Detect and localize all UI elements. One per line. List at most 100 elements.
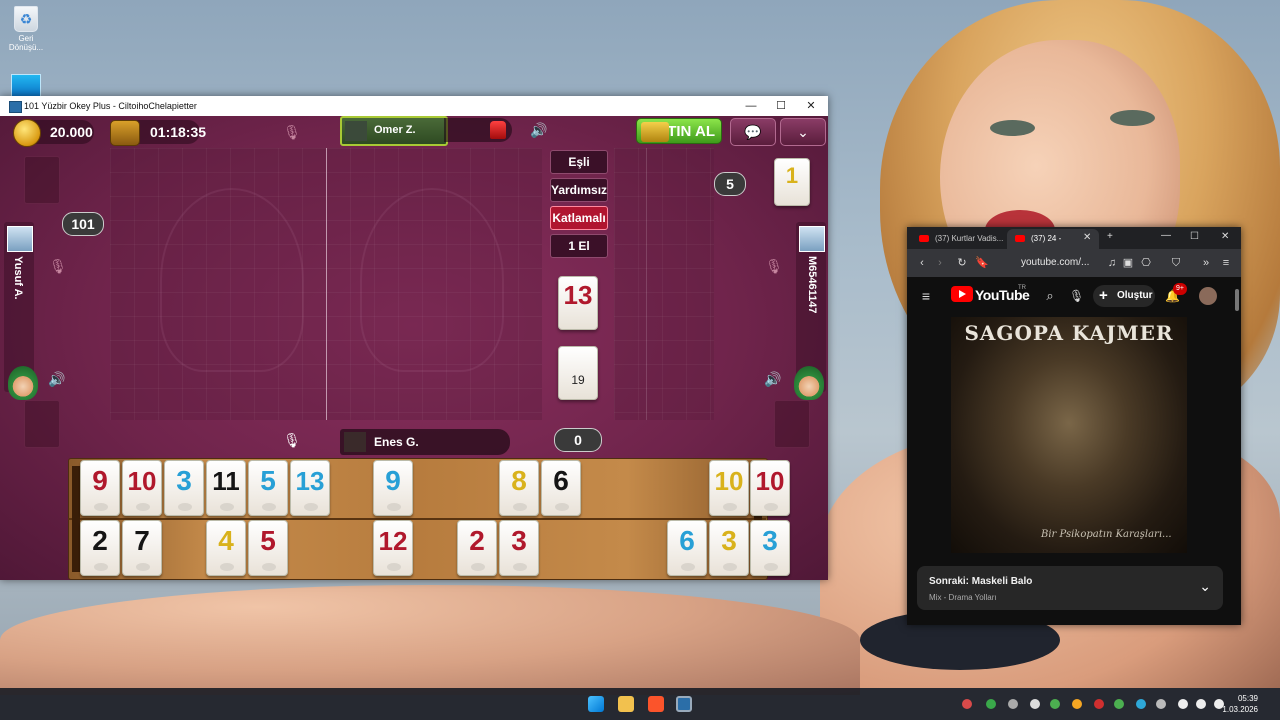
rack-tile[interactable]: 5 xyxy=(248,460,288,516)
more-icon[interactable]: » xyxy=(1199,256,1213,270)
chevron-down-icon[interactable]: ⌄ xyxy=(1199,578,1211,595)
tray-icon[interactable] xyxy=(1094,699,1104,709)
deck-pile[interactable]: 19 xyxy=(558,346,598,400)
speaker-icon[interactable]: 🔊 xyxy=(46,368,68,390)
tray-icon[interactable] xyxy=(962,699,972,709)
file-explorer-icon[interactable] xyxy=(618,696,634,712)
rack-tile[interactable]: 6 xyxy=(667,520,707,576)
rack-tile[interactable]: 3 xyxy=(164,460,204,516)
tab-label: (37) 24 - xyxy=(1031,234,1062,243)
video-player[interactable]: SAGOPA KAJMER Bir Psikopatın Karaşları..… xyxy=(951,317,1187,553)
window-title: 101 Yüzbir Okey Plus - CiltoihoChelapiet… xyxy=(24,101,197,111)
rack-tile[interactable]: 10 xyxy=(122,460,162,516)
tray-icon[interactable] xyxy=(1008,699,1018,709)
mic-icon[interactable]: 🎙 xyxy=(1069,289,1084,303)
speaker-icon[interactable]: 🔊 xyxy=(762,368,784,390)
rack-tile[interactable]: 13 xyxy=(290,460,330,516)
app-icon xyxy=(9,101,22,113)
shield-icon[interactable]: ⛉ xyxy=(1169,256,1183,270)
translate-icon[interactable]: ⎔ xyxy=(1139,256,1153,270)
new-tab-button[interactable]: + xyxy=(1107,231,1113,242)
bookmark-icon[interactable]: 🔖 xyxy=(975,256,989,270)
maximize-button[interactable]: ☐ xyxy=(1190,231,1199,242)
tab-strip: (37) Kurtlar Vadis... (37) 24 - ✕ + — ☐ … xyxy=(907,227,1241,249)
rack-tile[interactable]: 12 xyxy=(373,520,413,576)
minimize-button[interactable]: — xyxy=(1161,230,1171,241)
extension-icon[interactable]: ♫ xyxy=(1105,256,1119,270)
rack-tile[interactable]: 3 xyxy=(499,520,539,576)
rack-tile[interactable]: 3 xyxy=(750,520,790,576)
menu-icon[interactable]: ≡ xyxy=(1219,256,1233,270)
right-discard-tile[interactable]: 1 xyxy=(774,158,810,206)
rack-tile[interactable]: 2 xyxy=(457,520,497,576)
rack-tile[interactable]: 8 xyxy=(499,460,539,516)
brave-browser-icon[interactable] xyxy=(648,696,664,712)
rack-tile[interactable]: 10 xyxy=(750,460,790,516)
close-button[interactable]: ✕ xyxy=(796,97,826,115)
back-icon[interactable]: ‹ xyxy=(915,256,929,270)
tray-icon[interactable] xyxy=(1072,699,1082,709)
youtube-logo-icon[interactable] xyxy=(951,286,973,302)
treasure-chest-icon[interactable] xyxy=(110,120,140,146)
rack-tile[interactable]: 5 xyxy=(248,520,288,576)
tray-icon[interactable] xyxy=(986,699,996,709)
minimize-button[interactable]: — xyxy=(736,97,766,115)
discard-slot-bottom-right[interactable] xyxy=(774,400,810,448)
scrollbar[interactable] xyxy=(1235,289,1239,311)
rack-tile[interactable]: 7 xyxy=(122,520,162,576)
tray-icon[interactable] xyxy=(1030,699,1040,709)
buy-button[interactable]: SATIN AL xyxy=(636,118,722,144)
create-button[interactable]: + Oluştur xyxy=(1093,285,1155,307)
menu-button[interactable]: ⌄ xyxy=(780,118,826,146)
system-clock[interactable]: 05:39 1.03.2026 xyxy=(1222,693,1258,715)
rack-tile[interactable]: 11 xyxy=(206,460,246,516)
forward-icon[interactable]: › xyxy=(933,256,947,270)
avatar[interactable] xyxy=(1199,287,1217,305)
rack-tile[interactable]: 4 xyxy=(206,520,246,576)
sidebar-icon[interactable]: ▣ xyxy=(1121,256,1135,270)
url-text: youtube.com/... xyxy=(1021,257,1090,268)
mic-off-icon[interactable]: 🎙 xyxy=(764,256,784,276)
chat-button[interactable]: 💬 xyxy=(730,118,776,146)
right-player[interactable] xyxy=(796,226,828,252)
desktop-recycle-bin[interactable]: ♻ Geri Dönüşü... xyxy=(8,6,44,52)
mic-icon[interactable]: 🎙 xyxy=(282,430,302,450)
speaker-icon[interactable]: 🔊 xyxy=(528,119,550,141)
mic-off-icon[interactable]: 🎙 xyxy=(48,256,68,276)
discard-slot-bottom-left[interactable] xyxy=(24,400,60,448)
rack-tile[interactable]: 9 xyxy=(373,460,413,516)
okey-app-icon[interactable] xyxy=(676,696,692,712)
address-bar[interactable]: youtube.com/... xyxy=(1001,252,1121,274)
mic-off-icon[interactable]: 🎙 xyxy=(282,122,302,142)
rack-tile[interactable]: 9 xyxy=(80,460,120,516)
reload-icon[interactable]: ↻ xyxy=(955,256,969,270)
tab-kurtlar-vadisi[interactable]: (37) Kurtlar Vadis... xyxy=(911,229,1003,249)
tray-icon[interactable] xyxy=(1136,699,1146,709)
network-icon[interactable] xyxy=(1178,699,1188,709)
tray-icon[interactable] xyxy=(1114,699,1124,709)
search-icon[interactable]: ⌕ xyxy=(1043,289,1057,303)
avatar xyxy=(345,121,367,141)
rack-tile[interactable]: 6 xyxy=(541,460,581,516)
bottom-player-name: Enes G. xyxy=(374,435,419,449)
start-icon[interactable] xyxy=(588,696,604,712)
desktop-shortcut[interactable] xyxy=(8,74,44,98)
rack-tile[interactable]: 10 xyxy=(709,460,749,516)
up-next-card[interactable]: Sonraki: Maskeli Balo Mix - Drama Yollar… xyxy=(917,566,1223,610)
rack-tile[interactable]: 2 xyxy=(80,520,120,576)
tray-icon[interactable] xyxy=(1050,699,1060,709)
tile-dot xyxy=(94,503,108,511)
hamburger-icon[interactable]: ≡ xyxy=(919,289,933,303)
bottom-player-card[interactable]: Enes G. xyxy=(340,429,510,455)
rack-tile[interactable]: 3 xyxy=(709,520,749,576)
left-player[interactable] xyxy=(4,226,36,252)
close-button[interactable]: ✕ xyxy=(1221,231,1229,242)
tile-number: 12 xyxy=(378,526,408,556)
timer-value: 01:18:35 xyxy=(150,124,207,140)
volume-icon[interactable] xyxy=(1196,699,1206,709)
top-player-card[interactable]: Omer Z. xyxy=(340,116,448,146)
tray-icon[interactable] xyxy=(1156,699,1166,709)
close-tab-icon[interactable]: ✕ xyxy=(1083,232,1091,243)
discard-slot-top-left[interactable] xyxy=(24,156,60,204)
maximize-button[interactable]: ☐ xyxy=(766,97,796,115)
